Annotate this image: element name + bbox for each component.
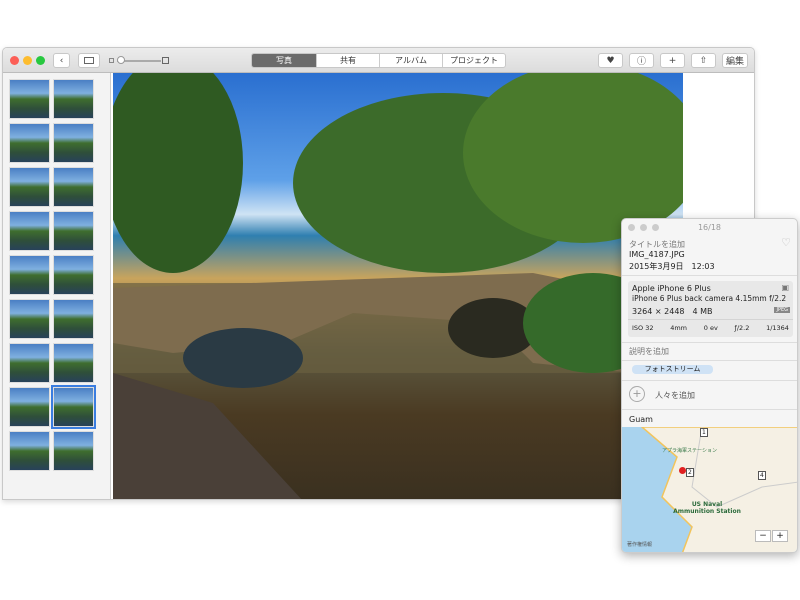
location-map[interactable]: 1 2 4 アプラ海軍ステーション US Naval Ammunition St… bbox=[622, 427, 797, 552]
palm-tree-left bbox=[113, 73, 243, 273]
aperture: ƒ/2.2 bbox=[734, 324, 750, 332]
focal-length: 4mm bbox=[670, 324, 688, 332]
exposure-bias: 0 ev bbox=[703, 324, 718, 332]
heart-icon[interactable]: ♡ bbox=[781, 236, 791, 249]
photo-counter: 16/18 bbox=[697, 223, 722, 232]
thumbnail-sidebar bbox=[3, 73, 111, 499]
heart-icon: ♥ bbox=[606, 55, 615, 66]
dimensions-size: 3264 × 2448 4 MB bbox=[632, 306, 713, 317]
tab-albums[interactable]: アルバム bbox=[379, 54, 442, 67]
back-button[interactable]: ‹ bbox=[53, 53, 70, 68]
photo-thumbnail[interactable] bbox=[9, 431, 50, 471]
map-label-station: アプラ海軍ステーション bbox=[662, 448, 717, 454]
share-icon: ⇧ bbox=[699, 55, 708, 66]
photo-thumbnail[interactable] bbox=[53, 167, 94, 207]
edit-button[interactable]: 編集 bbox=[722, 53, 748, 68]
photo-thumbnail[interactable] bbox=[53, 255, 94, 295]
photo-thumbnail[interactable] bbox=[9, 255, 50, 295]
tab-photos[interactable]: 写真 bbox=[252, 54, 316, 67]
map-zoom-out-button[interactable]: − bbox=[755, 530, 771, 542]
sidebar-toggle-button[interactable] bbox=[78, 53, 100, 68]
photo-image bbox=[113, 73, 683, 499]
shutter-speed: 1/1364 bbox=[766, 324, 789, 332]
plus-icon: + bbox=[668, 55, 677, 66]
view-tabs: 写真 共有 アルバム プロジェクト bbox=[251, 53, 506, 68]
close-button[interactable] bbox=[10, 56, 19, 65]
tab-shared[interactable]: 共有 bbox=[316, 54, 379, 67]
info-icon: ⓘ bbox=[636, 57, 646, 67]
camera-model: Apple iPhone 6 Plus bbox=[632, 284, 711, 293]
add-people-label[interactable]: 人々を追加 bbox=[655, 390, 695, 401]
route-shield-2: 2 bbox=[686, 468, 694, 477]
route-shield-1: 1 bbox=[700, 428, 708, 437]
minimize-button[interactable] bbox=[23, 56, 32, 65]
photo-thumbnail[interactable] bbox=[53, 299, 94, 339]
share-button[interactable]: ⇧ bbox=[691, 53, 716, 68]
photo-thumbnail[interactable] bbox=[53, 343, 94, 383]
location-pin-icon bbox=[679, 467, 686, 474]
zoom-button[interactable] bbox=[36, 56, 45, 65]
photo-thumbnail[interactable] bbox=[53, 123, 94, 163]
map-label-ammunition-station: US Naval Ammunition Station bbox=[673, 501, 741, 515]
add-people-icon[interactable]: + bbox=[629, 386, 645, 402]
route-shield-4: 4 bbox=[758, 471, 766, 480]
description-field[interactable]: 説明を追加 bbox=[629, 346, 669, 357]
favorite-button[interactable]: ♥ bbox=[598, 53, 623, 68]
photo-thumbnail[interactable] bbox=[9, 343, 50, 383]
photo-thumbnail[interactable] bbox=[9, 211, 50, 251]
chevron-left-icon: ‹ bbox=[59, 55, 64, 66]
datetime: 2015年3月9日 12:03 bbox=[629, 262, 715, 271]
map-legal-link[interactable]: 著作権情報 bbox=[627, 541, 652, 548]
photo-thumbnail[interactable] bbox=[9, 79, 50, 119]
photo-thumbnail[interactable] bbox=[53, 79, 94, 119]
location-name: Guam bbox=[629, 415, 653, 424]
rocks bbox=[113, 373, 302, 499]
photo-thumbnail[interactable] bbox=[9, 387, 50, 427]
format-badge: JPEG bbox=[774, 307, 790, 313]
photo-thumbnail[interactable] bbox=[9, 167, 50, 207]
info-button[interactable]: ⓘ bbox=[629, 53, 654, 68]
add-button[interactable]: + bbox=[660, 53, 685, 68]
photo-thumbnail[interactable] bbox=[53, 211, 94, 251]
camera-icon: ▣ bbox=[781, 283, 789, 292]
sidebar-icon bbox=[84, 57, 94, 64]
title-field[interactable]: タイトルを追加 bbox=[629, 239, 685, 250]
photo-thumbnail[interactable] bbox=[53, 431, 94, 471]
photo-thumbnail[interactable] bbox=[9, 299, 50, 339]
toolbar: ‹ 写真 共有 アルバム プロジェクト ♥ ⓘ + ⇧ 編集 bbox=[3, 48, 754, 73]
file-size: 4 MB bbox=[692, 307, 713, 316]
map-zoom-in-button[interactable]: + bbox=[772, 530, 788, 542]
info-panel: 16/18 ♡ タイトルを追加 IMG_4187.JPG 2015年3月9日 1… bbox=[621, 218, 798, 553]
exif-box: Apple iPhone 6 Plus iPhone 6 Plus back c… bbox=[628, 281, 793, 337]
lens-info: iPhone 6 Plus back camera 4.15mm f/2.2 bbox=[632, 294, 787, 303]
zoom-slider[interactable] bbox=[109, 56, 169, 65]
tab-projects[interactable]: プロジェクト bbox=[442, 54, 505, 67]
filename: IMG_4187.JPG bbox=[629, 250, 685, 259]
photo-thumbnail[interactable] bbox=[9, 123, 50, 163]
main-photo bbox=[113, 73, 683, 499]
iso: ISO 32 bbox=[632, 324, 654, 332]
photo-thumbnail[interactable] bbox=[51, 385, 96, 429]
dimensions: 3264 × 2448 bbox=[632, 307, 685, 316]
album-tag[interactable]: フォトストリーム bbox=[632, 365, 713, 374]
